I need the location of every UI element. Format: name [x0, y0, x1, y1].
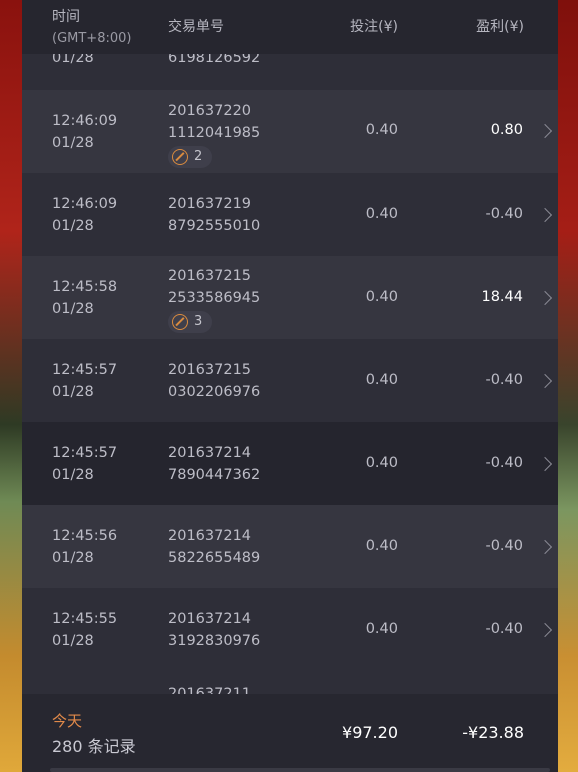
link-icon — [172, 149, 188, 165]
chevron-right-icon[interactable] — [537, 290, 553, 306]
header-bet: 投注(¥) — [350, 19, 398, 35]
total-profit: -¥23.88 — [462, 723, 524, 742]
row-bet: 0.40 — [365, 122, 398, 138]
header-transaction-id: 交易单号 — [168, 19, 224, 35]
row-profit: 0.80 — [490, 122, 523, 138]
row-time: 12:45:57 01/28 — [52, 445, 118, 483]
chevron-right-icon[interactable] — [537, 123, 553, 139]
row-transaction-id: 201637214 3192830976 — [168, 611, 261, 649]
table-row[interactable]: 12:46:09 01/28 201637219 8792555010 0.40 -… — [22, 173, 558, 256]
summary-footer: 今天 280 条记录 ¥97.20 -¥23.88 — [22, 694, 558, 772]
row-time: 12:46:09 01/28 — [52, 196, 118, 234]
bet-history-panel: 01/28 6198126592 12:46:09 01/28 201637220… — [22, 0, 558, 772]
row-bet: 0.40 — [365, 455, 398, 471]
chevron-right-icon[interactable] — [537, 456, 553, 472]
multi-bet-badge[interactable]: 2 — [168, 146, 213, 168]
row-profit: -0.40 — [485, 455, 523, 471]
link-icon — [172, 314, 188, 330]
row-profit: -0.40 — [485, 372, 523, 388]
row-transaction-id: 201637219 8792555010 — [168, 196, 261, 234]
background-right — [558, 0, 578, 772]
total-bet: ¥97.20 — [342, 723, 398, 742]
row-transaction-id: 201637214 5822655489 — [168, 528, 261, 566]
row-time: 12:46:09 01/28 — [52, 113, 118, 151]
row-profit: -0.40 — [485, 538, 523, 554]
row-transaction-id: 201637214 7890447362 — [168, 445, 261, 483]
chevron-right-icon[interactable] — [537, 207, 553, 223]
record-count: 280 条记录 — [52, 737, 136, 756]
chevron-right-icon[interactable] — [537, 622, 553, 638]
row-bet: 0.40 — [365, 289, 398, 305]
row-transaction-id: 201637215 2533586945 3 — [168, 265, 260, 337]
row-profit: -0.40 — [485, 621, 523, 637]
row-bet: 0.40 — [365, 621, 398, 637]
chevron-right-icon[interactable] — [537, 373, 553, 389]
background-left — [0, 0, 22, 772]
header-time: 时间 (GMT+8:00) — [52, 9, 132, 46]
row-time: 12:45:55 01/28 — [52, 611, 118, 649]
bottom-sheet-edge — [50, 768, 550, 772]
table-row[interactable]: 12:45:55 01/28 201637214 3192830976 0.40 -… — [22, 588, 558, 671]
row-profit: -0.40 — [485, 206, 523, 222]
table-row[interactable]: 12:45:57 01/28 201637214 7890447362 0.40 -… — [22, 422, 558, 505]
header-profit: 盈利(¥) — [476, 19, 524, 35]
table-row[interactable]: 12:45:58 01/28 201637215 2533586945 3 0.40… — [22, 256, 558, 339]
table-row[interactable]: 12:45:56 01/28 201637214 5822655489 0.40 -… — [22, 505, 558, 588]
period-label: 今天 — [52, 712, 83, 730]
row-time: 12:45:57 01/28 — [52, 362, 118, 400]
chevron-right-icon[interactable] — [537, 539, 553, 555]
table-header: 时间 (GMT+8:00) 交易单号 投注(¥) 盈利(¥) — [22, 0, 558, 54]
table-row[interactable]: 12:46:09 01/28 201637220 1112041985 2 0.40… — [22, 90, 558, 173]
row-transaction-id: 201637215 0302206976 — [168, 362, 261, 400]
row-transaction-id: 201637220 1112041985 2 — [168, 100, 260, 172]
multi-bet-badge[interactable]: 3 — [168, 311, 213, 333]
table-row[interactable]: 12:45:57 01/28 201637215 0302206976 0.40 -… — [22, 339, 558, 422]
row-profit: 18.44 — [481, 289, 523, 305]
row-bet: 0.40 — [365, 372, 398, 388]
row-bet: 0.40 — [365, 206, 398, 222]
row-time: 12:45:56 01/28 — [52, 528, 118, 566]
row-bet: 0.40 — [365, 538, 398, 554]
row-time: 12:45:58 01/28 — [52, 279, 118, 317]
